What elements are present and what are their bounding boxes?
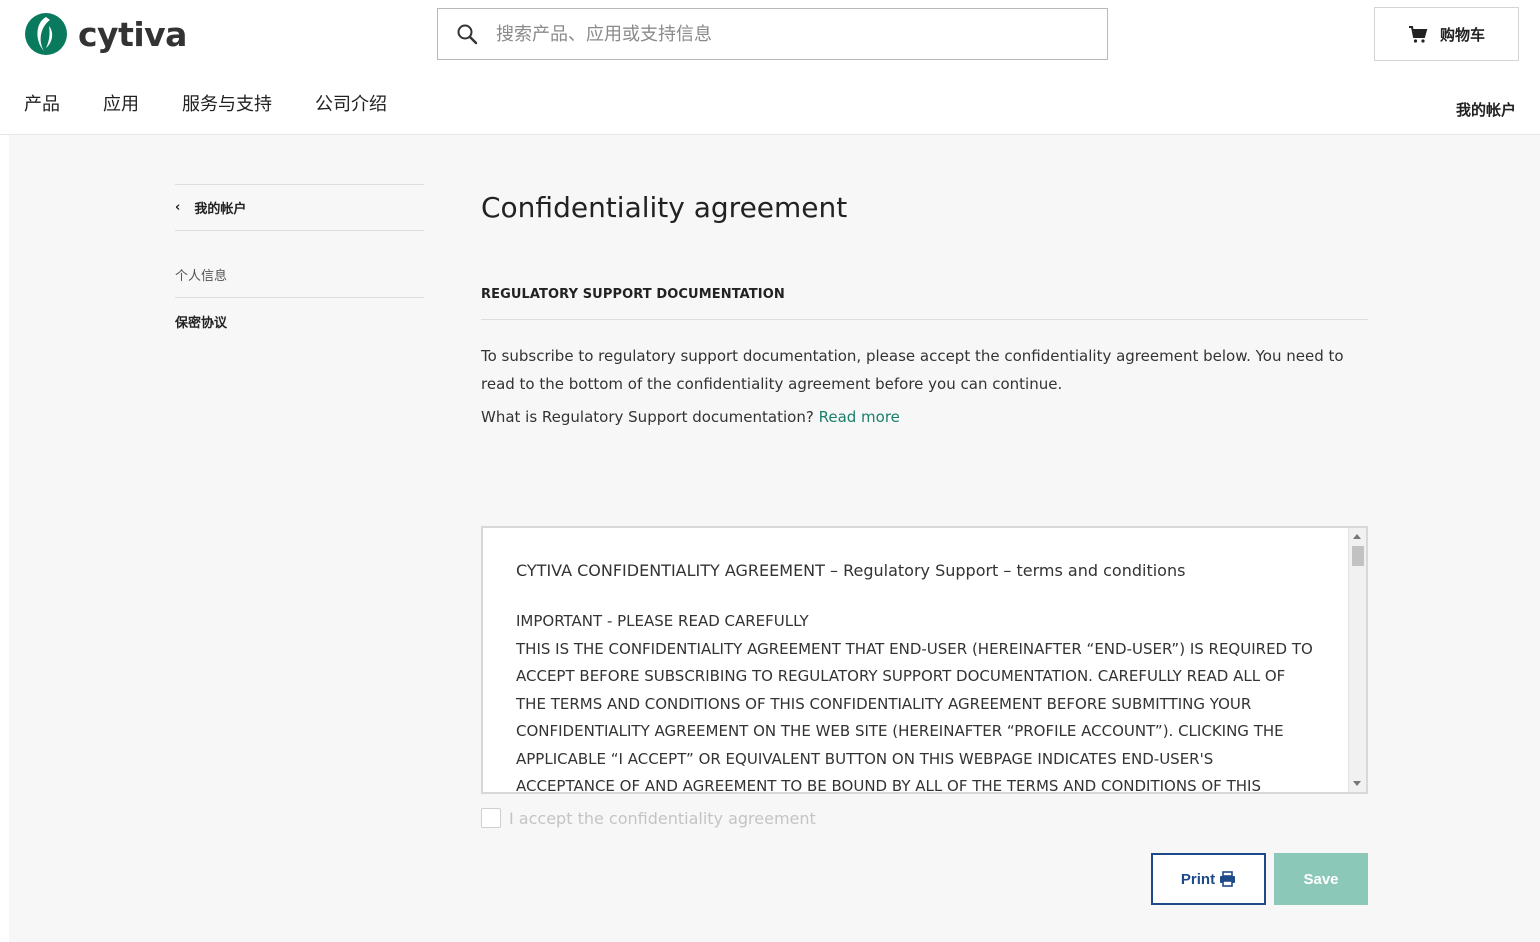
agreement-line: CONFIDENTIALITY AGREEMENT ON THE WEB SIT… <box>516 722 1284 740</box>
brand-name: cytiva <box>78 14 187 54</box>
sidebar-back-link[interactable]: ‹ 我的帐户 <box>175 184 424 231</box>
agreement-line: THIS IS THE CONFIDENTIALITY AGREEMENT TH… <box>516 639 1313 658</box>
nav-item-company[interactable]: 公司介绍 <box>315 90 387 116</box>
print-label: Print <box>1180 870 1216 888</box>
search-icon[interactable] <box>456 23 478 45</box>
cytiva-logo-mark-icon <box>25 13 67 55</box>
site-header: cytiva 购物车 产品 应用 服务与支持 公司介绍 我的帐户 <box>0 0 1540 135</box>
agreement-line: APPLICABLE “I ACCEPT” OR EQUIVALENT BUTT… <box>516 749 1214 768</box>
intro-text: To subscribe to regulatory support docum… <box>481 347 1344 393</box>
search-box[interactable] <box>437 8 1108 60</box>
agreement-line: THE TERMS AND CONDITIONS OF THIS CONFIDE… <box>516 694 1252 713</box>
cart-button[interactable]: 购物车 <box>1374 7 1519 61</box>
nav-item-products[interactable]: 产品 <box>24 90 60 116</box>
shopping-cart-icon <box>1408 26 1428 43</box>
agreement-line: ACCEPT BEFORE SUBSCRIBING TO REGULATORY … <box>516 667 1286 685</box>
agreement-text: CYTIVA CONFIDENTIALITY AGREEMENT – Regul… <box>516 561 1316 794</box>
my-account-link[interactable]: 我的帐户 <box>1456 99 1516 120</box>
nav-item-service-support[interactable]: 服务与支持 <box>182 90 272 116</box>
printer-icon <box>1220 871 1236 887</box>
nav-item-applications[interactable]: 应用 <box>103 90 139 116</box>
sidebar-back-label: 我的帐户 <box>194 202 247 217</box>
agreement-line: ACCEPTANCE OF AND AGREEMENT TO BE BOUND … <box>516 777 1261 794</box>
scroll-up-arrow-icon[interactable] <box>1353 534 1361 539</box>
accept-agreement-row: I accept the confidentiality agreement <box>481 808 816 828</box>
cytiva-logo[interactable]: cytiva <box>24 12 187 56</box>
main-nav: 产品 应用 服务与支持 公司介绍 <box>24 90 430 116</box>
agreement-line: IMPORTANT - PLEASE READ CAREFULLY <box>516 612 809 630</box>
cart-label: 购物车 <box>1439 25 1485 44</box>
agreement-scroll-box[interactable]: CYTIVA CONFIDENTIALITY AGREEMENT – Regul… <box>481 526 1368 794</box>
agreement-heading: CYTIVA CONFIDENTIALITY AGREEMENT – Regul… <box>516 561 1186 580</box>
read-more-link[interactable]: Read more <box>819 408 900 426</box>
sidebar-item-personal-info[interactable]: 个人信息 <box>175 251 424 298</box>
divider <box>481 319 1368 320</box>
section-subheading: REGULATORY SUPPORT DOCUMENTATION <box>481 287 785 302</box>
what-is-text: What is Regulatory Support documentation… <box>481 408 900 426</box>
sidebar-item-confidentiality[interactable]: 保密协议 <box>175 298 424 345</box>
agreement-scrollbar[interactable] <box>1348 528 1366 792</box>
accept-label: I accept the confidentiality agreement <box>509 808 816 828</box>
search-input[interactable] <box>496 23 1056 45</box>
chevron-left-icon: ‹ <box>175 200 181 215</box>
accept-checkbox[interactable] <box>481 808 501 828</box>
page-title: Confidentiality agreement <box>481 191 848 224</box>
account-sidebar: ‹ 我的帐户 个人信息 保密协议 <box>175 184 424 345</box>
scroll-thumb[interactable] <box>1352 546 1364 566</box>
print-button[interactable]: Print <box>1151 853 1266 905</box>
scroll-down-arrow-icon[interactable] <box>1353 781 1361 786</box>
what-is-question: What is Regulatory Support documentation… <box>481 408 814 426</box>
save-button[interactable]: Save <box>1274 853 1368 905</box>
